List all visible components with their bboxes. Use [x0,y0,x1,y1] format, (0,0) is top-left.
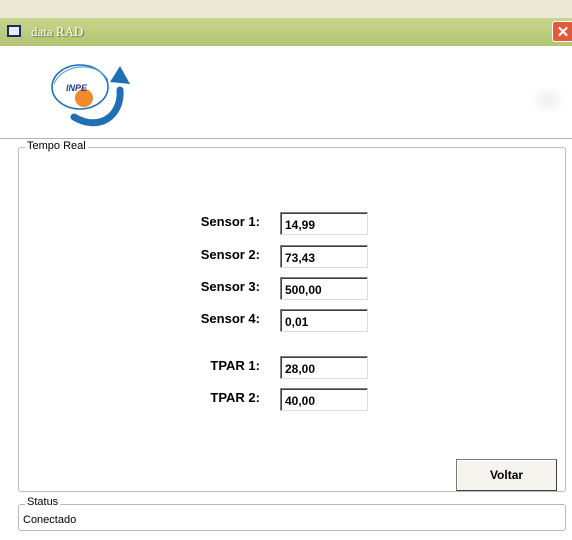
sensor-1-label: Sensor 1: [200,214,260,229]
sensor-2-label: Sensor 2: [200,247,260,262]
tpar-2-value: 40,00 [280,388,368,411]
header-decoration [530,86,566,114]
sensor-3-value: 500,00 [280,277,368,300]
tpar-1-label: TPAR 1: [210,358,260,373]
status-text: Conectado [23,514,77,526]
close-icon: ✕ [556,24,570,41]
tpar-2-label: TPAR 2: [210,390,260,405]
app-window: data RAD ✕ INPE Tempo Real Sensor 1: 14,… [0,0,572,540]
sensor-1-value: 14,99 [280,212,368,235]
status-group-label: Status [25,496,61,508]
sensor-3-label: Sensor 3: [200,279,260,294]
sensor-4-value: 0,01 [280,309,368,332]
logo-text: INPE [66,83,88,93]
inpe-logo: INPE [51,64,130,127]
sensor-4-label: Sensor 4: [200,311,260,326]
header-panel: INPE [0,46,572,139]
voltar-button[interactable]: Voltar [456,459,557,491]
window-title: data RAD [31,24,84,39]
sensor-2-value: 73,43 [280,245,368,268]
window-bottom-edge [0,533,572,540]
window-icon [7,25,21,37]
realtime-group-label: Tempo Real [25,140,88,152]
title-bar[interactable]: data RAD ✕ [0,18,572,47]
close-button[interactable]: ✕ [552,21,572,42]
tpar-1-value: 28,00 [280,356,368,379]
status-group: Status Conectado [18,496,566,531]
